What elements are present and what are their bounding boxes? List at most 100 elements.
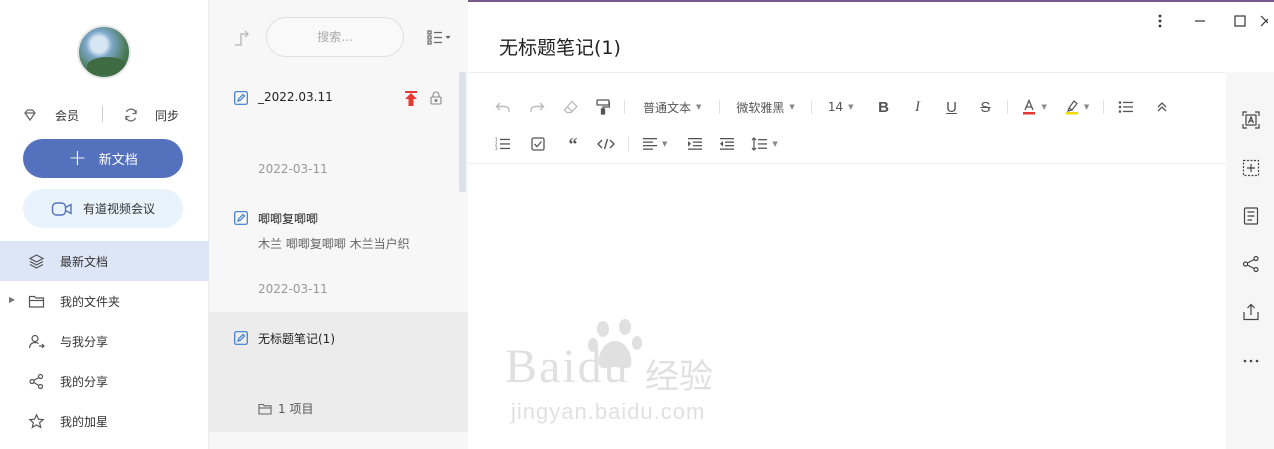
bullet-list-icon[interactable] (1114, 96, 1138, 118)
bold-icon[interactable]: B (871, 96, 895, 118)
note-item-selected[interactable]: 无标题笔记(1) 1 项目 (209, 312, 468, 432)
scrollbar[interactable] (459, 72, 466, 192)
align-dropdown[interactable]: ▼ (639, 133, 671, 155)
note-icon (234, 91, 248, 105)
pin-icon[interactable] (404, 91, 418, 107)
align-left-icon (643, 138, 657, 150)
layers-icon (28, 253, 45, 270)
outline-icon[interactable] (1242, 207, 1260, 225)
note-icon (234, 211, 248, 225)
ocr-icon[interactable] (1242, 111, 1260, 129)
paragraph-style-dropdown[interactable]: 普通文本 ▼ (635, 96, 709, 118)
video-camera-icon (51, 200, 73, 218)
eraser-icon[interactable] (560, 96, 582, 118)
note-item[interactable]: _2022.03.11 2022-03-11 (209, 72, 468, 192)
note-date: 2022-03-11 (258, 162, 328, 176)
undo-icon[interactable] (492, 96, 514, 118)
folder-icon (28, 293, 45, 310)
sidebar: 会员 同步 + 新文档 有道视频会议 最新文档 ▶ 我的文件夹 与我分享 我的分… (0, 0, 209, 449)
format-toolbar: 普通文本 ▼ 微软雅黑 ▼ 14 ▼ B I U S ▼ ▼ 1 2 3 “ ▼… (468, 72, 1226, 164)
note-title: 无标题笔记(1) (258, 332, 335, 346)
note-title: _2022.03.11 (258, 90, 333, 104)
close-icon[interactable] (1260, 10, 1274, 32)
redo-icon[interactable] (526, 96, 548, 118)
sidebar-item-label: 与我分享 (60, 334, 109, 349)
line-height-dropdown[interactable]: ▼ (747, 133, 781, 155)
quote-icon[interactable]: “ (562, 133, 584, 155)
highlight-color-button[interactable]: ▼ (1061, 96, 1093, 118)
folder-count-label: 1 项目 (278, 402, 314, 416)
document-title[interactable]: 无标题笔记(1) (499, 33, 621, 60)
dropdown-arrow-icon: ▼ (696, 103, 702, 111)
checkbox-icon[interactable] (526, 133, 550, 155)
dropdown-arrow-icon: ▼ (662, 140, 668, 148)
sync-label[interactable]: 同步 (155, 107, 179, 124)
code-block-icon[interactable] (594, 133, 618, 155)
underline-icon[interactable]: U (939, 96, 963, 118)
note-list-header: 搜索... (209, 0, 468, 72)
vip-sync-row: 会员 同步 (0, 106, 209, 124)
right-rail (1226, 72, 1274, 449)
more-horizontal-icon[interactable] (1242, 352, 1260, 370)
maximize-icon[interactable] (1220, 10, 1260, 32)
sidebar-item-starred[interactable]: 我的加星 (0, 401, 209, 441)
note-item[interactable]: 唧唧复唧唧 木兰 唧唧复唧唧 木兰当户织 2022-03-11 (209, 192, 468, 312)
video-meeting-label: 有道视频会议 (82, 202, 155, 216)
video-meeting-button[interactable]: 有道视频会议 (23, 189, 183, 228)
sidebar-item-recent[interactable]: 最新文档 (0, 241, 209, 281)
highlighter-icon (1065, 100, 1078, 115)
note-title: 唧唧复唧唧 (258, 212, 319, 226)
export-icon[interactable] (1242, 303, 1260, 321)
window-controls (1140, 10, 1274, 32)
window-top-border (468, 0, 1274, 2)
users-share-icon (28, 333, 45, 350)
dropdown-arrow-icon: ▼ (1083, 103, 1090, 111)
share-icon (28, 373, 45, 390)
toolbar-row-1: 普通文本 ▼ 微软雅黑 ▼ 14 ▼ B I U S ▼ ▼ (492, 96, 1174, 118)
share-icon[interactable] (1242, 255, 1260, 273)
avatar[interactable] (77, 25, 131, 79)
strikethrough-icon[interactable]: S (973, 96, 997, 118)
editor-body[interactable] (468, 164, 1226, 449)
lock-icon[interactable] (430, 91, 442, 105)
indent-decrease-icon[interactable] (715, 133, 739, 155)
svg-text:3: 3 (495, 146, 498, 151)
go-up-icon[interactable] (233, 28, 253, 48)
font-family-dropdown[interactable]: 微软雅黑 ▼ (730, 96, 800, 118)
text-color-button[interactable]: ▼ (1018, 96, 1050, 118)
more-vertical-icon[interactable] (1140, 10, 1180, 32)
search-input[interactable]: 搜索... (266, 17, 404, 57)
indent-increase-icon[interactable] (683, 133, 707, 155)
vip-label[interactable]: 会员 (55, 107, 79, 124)
toolbar-row-2: 123 “ ▼ ▼ (492, 133, 782, 155)
sync-icon[interactable] (123, 107, 139, 123)
diamond-icon[interactable] (22, 107, 38, 123)
divider (102, 106, 103, 122)
numbered-list-icon[interactable]: 123 (492, 133, 514, 155)
dropdown-arrow-icon: ▼ (1041, 103, 1047, 111)
note-list-panel: 搜索... _2022.03.11 2022-03-11 唧唧复唧唧 木兰 唧唧… (209, 0, 468, 449)
sidebar-item-label: 我的加星 (60, 414, 109, 429)
minimize-icon[interactable] (1180, 10, 1220, 32)
note-date: 2022-03-11 (258, 282, 328, 296)
collapse-toolbar-icon[interactable] (1150, 96, 1174, 118)
sidebar-item-shared-with-me[interactable]: 与我分享 (0, 321, 209, 361)
note-icon (234, 331, 248, 345)
sidebar-nav: 最新文档 ▶ 我的文件夹 与我分享 我的分享 我的加星 (0, 241, 209, 441)
star-icon (28, 413, 45, 430)
line-height-icon (751, 137, 768, 151)
sidebar-item-my-shares[interactable]: 我的分享 (0, 361, 209, 401)
folder-count: 1 项目 (258, 400, 313, 417)
insert-icon[interactable] (1242, 159, 1260, 177)
list-view-icon[interactable] (427, 28, 453, 46)
dropdown-arrow-icon: ▼ (772, 140, 778, 148)
new-document-button[interactable]: + 新文档 (23, 139, 183, 178)
sidebar-item-folders[interactable]: ▶ 我的文件夹 (0, 281, 209, 321)
format-painter-icon[interactable] (592, 96, 614, 118)
italic-icon[interactable]: I (905, 96, 929, 118)
dropdown-arrow-icon: ▼ (789, 103, 795, 111)
editor-panel: 无标题笔记(1) 普通文本 ▼ 微软雅黑 ▼ 14 ▼ B I U S ▼ ▼ … (468, 0, 1274, 449)
font-size-dropdown[interactable]: 14 ▼ (822, 96, 860, 118)
text-color-icon (1023, 99, 1036, 115)
caret-right-icon[interactable]: ▶ (9, 295, 15, 304)
